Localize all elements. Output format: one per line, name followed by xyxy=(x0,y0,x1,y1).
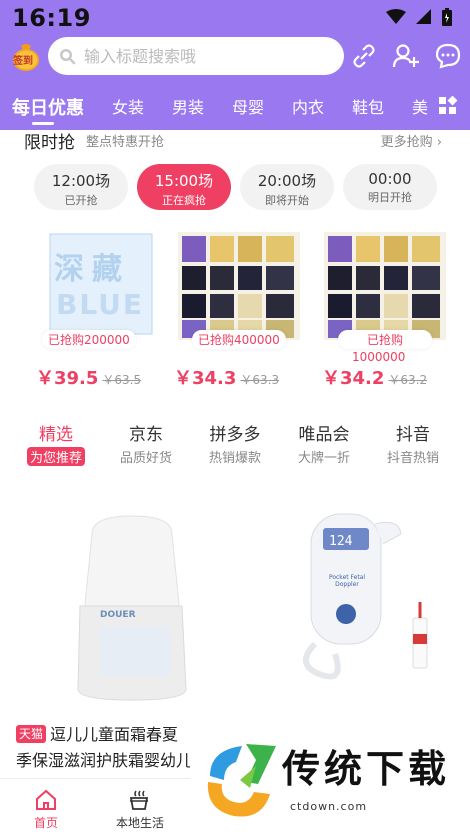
search-box[interactable] xyxy=(48,37,344,75)
product-image-text: 深藏 xyxy=(54,252,130,287)
slot-time: 12:00场 xyxy=(51,172,111,190)
product-image: 已抢购 1000000 xyxy=(322,226,452,364)
link-icon xyxy=(353,44,375,68)
coffee-cup-icon xyxy=(129,790,149,810)
tab-desc: 抖音热销 xyxy=(386,451,439,466)
current-price: ￥34.2 xyxy=(322,368,385,389)
tmall-badge: 天猫 xyxy=(16,725,47,743)
flash-product-3[interactable]: 已抢购 1000000 ￥34.2 ￥63.2 xyxy=(322,226,452,389)
original-price: ￥63.5 xyxy=(102,373,142,387)
tab-women[interactable]: 女装 xyxy=(112,94,144,118)
sold-badge: 已抢购200000 xyxy=(42,330,136,349)
slot-status: 明日开抢 xyxy=(368,191,412,204)
tab-name: 拼多多 xyxy=(209,425,261,445)
tab-pinduoduo[interactable]: 拼多多 热销爆款 xyxy=(190,420,280,466)
tab-beauty[interactable]: 美 xyxy=(412,94,428,118)
message-button[interactable] xyxy=(434,42,462,70)
tab-vipshop[interactable]: 唯品会 大牌一折 xyxy=(279,420,369,466)
tab-desc: 为您推荐 xyxy=(26,447,85,466)
flash-product-2[interactable]: 已抢购400000 ￥34.3 ￥63.3 xyxy=(174,226,304,389)
sign-in-label: 签到 xyxy=(13,56,33,67)
link-button[interactable] xyxy=(350,42,378,70)
original-price: ￥63.3 xyxy=(240,373,280,387)
chevron-right-icon: › xyxy=(436,135,442,150)
watermark-logo: 传统下载 ctdown.com xyxy=(190,728,470,828)
nav-label: 首页 xyxy=(33,816,58,830)
price-row: ￥34.2 ￥63.2 xyxy=(322,364,427,390)
slot-time: 15:00场 xyxy=(154,172,214,190)
product-image: 深藏 BLUE 已抢购200000 xyxy=(36,226,166,349)
tab-baby[interactable]: 母婴 xyxy=(232,94,264,118)
flash-sale-subtitle: 整点特惠开抢 xyxy=(86,135,165,150)
category-tabs: 每日优惠 女装 男装 母婴 内衣 鞋包 美 xyxy=(0,90,470,125)
signal-icon xyxy=(416,9,431,24)
device-label: Pocket Fetal Doppler xyxy=(328,574,366,588)
search-input[interactable] xyxy=(84,46,324,66)
chat-icon xyxy=(435,43,461,69)
watermark-url: ctdown.com xyxy=(290,800,368,813)
header-actions xyxy=(350,42,462,70)
tab-douyin[interactable]: 抖音 抖音热销 xyxy=(368,420,458,466)
sign-in-button[interactable]: 签到 xyxy=(10,40,42,72)
time-slot-2000[interactable]: 20:00场 即将开始 xyxy=(240,164,334,210)
more-label: 更多抢购 xyxy=(380,135,433,150)
sold-count: 1000000 xyxy=(352,350,406,364)
app-header: 16:19 签到 输入标题搜索哦 每日优惠 女装 男装 母婴 内衣 鞋包 美 xyxy=(0,0,470,130)
status-time: 16:19 xyxy=(12,4,91,32)
battery-icon xyxy=(442,8,452,26)
home-icon xyxy=(36,789,56,810)
sold-badge: 已抢购 xyxy=(338,330,432,349)
slot-time: 20:00场 xyxy=(257,172,317,190)
active-tab-indicator xyxy=(32,122,54,125)
add-user-icon xyxy=(392,44,419,68)
nav-label: 本地生活 xyxy=(115,816,164,830)
tab-name: 京东 xyxy=(129,425,163,445)
watermark-logo-icon xyxy=(207,744,276,817)
watermark-text: 传统下载 xyxy=(282,747,451,791)
tab-featured[interactable]: 精选 为您推荐 xyxy=(11,420,101,466)
slot-status: 正在疯抢 xyxy=(162,194,206,207)
wifi-icon xyxy=(386,9,406,24)
current-price: ￥34.3 xyxy=(174,368,237,389)
tab-daily-deals[interactable]: 每日优惠 xyxy=(12,94,84,120)
more-flash-sale-link[interactable]: 更多抢购 › xyxy=(381,131,442,150)
current-price: ￥39.5 xyxy=(36,368,99,389)
slot-time: 00:00 xyxy=(368,170,412,188)
flash-sale-title: 限时抢 xyxy=(24,133,75,153)
status-bar: 16:19 xyxy=(0,0,470,32)
tab-jd[interactable]: 京东 品质好货 xyxy=(101,420,191,466)
tab-desc: 热销爆款 xyxy=(208,451,261,466)
product-image: 已抢购400000 xyxy=(174,226,304,349)
tab-men[interactable]: 男装 xyxy=(172,94,204,118)
sold-badge: 已抢购400000 xyxy=(192,330,286,349)
tab-name: 精选 xyxy=(39,425,73,445)
search-icon xyxy=(60,49,76,65)
slot-status: 即将开始 xyxy=(265,194,309,207)
price-row: ￥34.3 ￥63.3 xyxy=(174,364,279,390)
status-icons xyxy=(386,8,452,26)
feed-product-image-2[interactable]: 124 Pocket Fetal Doppler xyxy=(275,494,470,704)
device-reading: 124 xyxy=(329,534,353,549)
nav-local-life[interactable]: 本地生活 xyxy=(100,789,180,831)
tab-bags[interactable]: 鞋包 xyxy=(352,94,384,118)
price-row: ￥39.5 ￥63.5 xyxy=(36,364,141,390)
slot-status: 已开抢 xyxy=(64,194,98,207)
product-brand-text: DOUER xyxy=(100,610,136,620)
product-image-text: BLUE xyxy=(56,288,145,321)
category-grid-icon[interactable] xyxy=(438,96,458,116)
tab-desc: 品质好货 xyxy=(119,451,172,466)
add-user-button[interactable] xyxy=(392,42,420,70)
time-slot-0000[interactable]: 00:00 明日开抢 xyxy=(343,164,437,210)
tab-name: 唯品会 xyxy=(298,425,350,445)
tab-underwear[interactable]: 内衣 xyxy=(292,94,324,118)
original-price: ￥63.2 xyxy=(388,373,428,387)
nav-home[interactable]: 首页 xyxy=(6,789,86,831)
search-row: 签到 xyxy=(0,36,470,78)
flash-product-1[interactable]: 深藏 BLUE 已抢购200000 ￥39.5 ￥63.5 xyxy=(36,226,166,389)
time-slot-1500[interactable]: 15:00场 正在疯抢 xyxy=(137,164,231,210)
tab-name: 抖音 xyxy=(396,425,430,445)
time-slot-1200[interactable]: 12:00场 已开抢 xyxy=(34,164,128,210)
feed-product-image-1[interactable]: DOUER xyxy=(30,494,230,704)
tab-desc: 大牌一折 xyxy=(297,451,350,466)
